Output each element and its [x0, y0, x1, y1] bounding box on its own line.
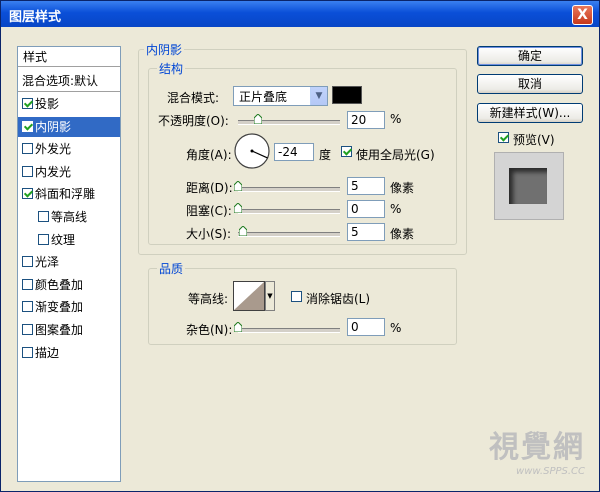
angle-unit: 度: [319, 148, 332, 162]
style-item-checkbox[interactable]: [22, 188, 33, 200]
preview-checkbox[interactable]: [498, 132, 509, 143]
global-light-label[interactable]: 使用全局光(G): [356, 146, 435, 163]
structure-title: 结构: [157, 60, 186, 77]
style-item-label: 图案叠加: [35, 323, 84, 337]
style-item-label: 描边: [35, 345, 60, 360]
style-item-checkbox[interactable]: [22, 256, 33, 268]
title-bar[interactable]: 图层样式 X: [1, 1, 599, 27]
contour-dropdown-icon[interactable]: ▼: [265, 281, 275, 311]
style-item-checkbox[interactable]: [22, 120, 33, 132]
style-item[interactable]: 外发光: [18, 139, 120, 159]
style-item-checkbox[interactable]: [38, 211, 49, 222]
noise-field[interactable]: 0: [347, 318, 385, 336]
blend-mode-label: 混合模式:: [167, 91, 220, 105]
size-slider-thumb[interactable]: [239, 226, 247, 236]
noise-slider-thumb[interactable]: [234, 322, 242, 332]
style-item-checkbox[interactable]: [22, 98, 33, 109]
choke-slider-track[interactable]: [238, 209, 340, 214]
style-item[interactable]: 斜面和浮雕: [18, 184, 120, 204]
cancel-button[interactable]: 取消: [477, 74, 583, 94]
preview-label[interactable]: 预览(V): [513, 131, 555, 148]
noise-unit: %: [390, 321, 402, 335]
new-style-button[interactable]: 新建样式(W)...: [477, 103, 583, 123]
distance-unit: 像素: [390, 181, 415, 195]
style-item-checkbox[interactable]: [38, 233, 49, 245]
blend-options-item[interactable]: 混合选项:默认: [18, 70, 120, 92]
style-item-label: 外发光: [35, 142, 72, 157]
size-slider-track[interactable]: [238, 232, 340, 237]
style-item-checkbox[interactable]: [22, 165, 33, 177]
style-item-label: 斜面和浮雕: [35, 187, 96, 202]
style-item[interactable]: 内发光: [18, 162, 120, 182]
style-item[interactable]: 等高线: [18, 207, 120, 227]
chevron-down-icon[interactable]: ▼: [310, 87, 327, 105]
style-item[interactable]: 图案叠加: [18, 320, 120, 340]
layer-style-dialog: 图层样式 X 样式 混合选项:默认 投影 内阴影 外发光 内发光 斜面和浮雕 等高线 纹理光…: [0, 0, 600, 492]
style-item-label: 渐变叠加: [35, 300, 84, 315]
preview-swatch: [509, 168, 547, 204]
style-item-label: 颜色叠加: [35, 277, 84, 292]
close-button[interactable]: X: [572, 5, 593, 25]
style-item[interactable]: 描边: [18, 343, 120, 363]
choke-slider-thumb[interactable]: [234, 203, 242, 213]
style-item-label: 等高线: [51, 210, 88, 224]
angle-label: 角度(A):: [186, 148, 232, 162]
styles-list-panel: 样式 混合选项:默认 投影内阴影外发光内发光斜面和浮雕等高线纹理光泽颜色叠加渐变…: [17, 46, 121, 482]
ok-button[interactable]: 确定: [477, 46, 583, 66]
distance-slider-track[interactable]: [238, 187, 340, 192]
style-item-checkbox[interactable]: [22, 278, 33, 290]
style-preview: [494, 152, 564, 220]
distance-label: 距离(D):: [186, 181, 233, 195]
style-item[interactable]: 投影: [18, 94, 120, 114]
watermark-url: www.SPPS.CC: [516, 466, 585, 477]
window-title: 图层样式: [9, 10, 62, 25]
contour-label: 等高线:: [188, 292, 229, 306]
global-light-checkbox[interactable]: [341, 146, 352, 157]
distance-field[interactable]: 5: [347, 177, 385, 195]
anti-alias-label[interactable]: 消除锯齿(L): [306, 290, 370, 307]
style-item-checkbox[interactable]: [22, 324, 33, 335]
size-label: 大小(S):: [186, 227, 232, 241]
watermark: 視覺網 www.SPPS.CC: [489, 422, 585, 477]
opacity-label: 不透明度(O):: [158, 114, 229, 128]
style-item-checkbox[interactable]: [22, 301, 33, 313]
blend-mode-value: 正片叠底: [239, 90, 288, 104]
style-item-label: 内阴影: [35, 119, 72, 134]
distance-slider-thumb[interactable]: [234, 181, 242, 191]
style-item[interactable]: 内阴影: [18, 116, 120, 137]
style-item-checkbox[interactable]: [22, 346, 33, 358]
style-item[interactable]: 颜色叠加: [18, 275, 120, 295]
contour-preview-icon[interactable]: [233, 281, 265, 311]
opacity-unit: %: [390, 112, 402, 126]
style-item-label: 投影: [35, 97, 60, 111]
style-item[interactable]: 纹理: [18, 230, 120, 250]
style-item-label: 内发光: [35, 164, 72, 179]
style-item[interactable]: 渐变叠加: [18, 297, 120, 317]
size-unit: 像素: [390, 227, 415, 241]
style-item-label: 光泽: [35, 255, 60, 270]
shadow-color-swatch[interactable]: [332, 86, 362, 104]
angle-dial-icon[interactable]: [233, 132, 271, 170]
style-item-checkbox[interactable]: [22, 143, 33, 155]
size-field[interactable]: 5: [347, 223, 385, 241]
style-item[interactable]: 光泽: [18, 252, 120, 272]
quality-title: 品质: [157, 260, 186, 277]
angle-field[interactable]: -24: [274, 143, 314, 161]
noise-slider-track[interactable]: [238, 328, 340, 333]
choke-field[interactable]: 0: [347, 200, 385, 218]
inner-shadow-title: 内阴影: [144, 41, 185, 58]
choke-unit: %: [390, 202, 402, 216]
watermark-text: 視覺網: [489, 430, 585, 465]
anti-alias-checkbox[interactable]: [291, 291, 302, 302]
noise-label: 杂色(N):: [186, 323, 233, 337]
style-item-label: 纹理: [51, 232, 76, 247]
opacity-slider-thumb[interactable]: [254, 114, 262, 124]
choke-label: 阻塞(C):: [186, 204, 232, 218]
styles-header[interactable]: 样式: [18, 47, 120, 67]
opacity-field[interactable]: 20: [347, 111, 385, 129]
blend-mode-select[interactable]: 正片叠底 ▼: [233, 86, 328, 106]
